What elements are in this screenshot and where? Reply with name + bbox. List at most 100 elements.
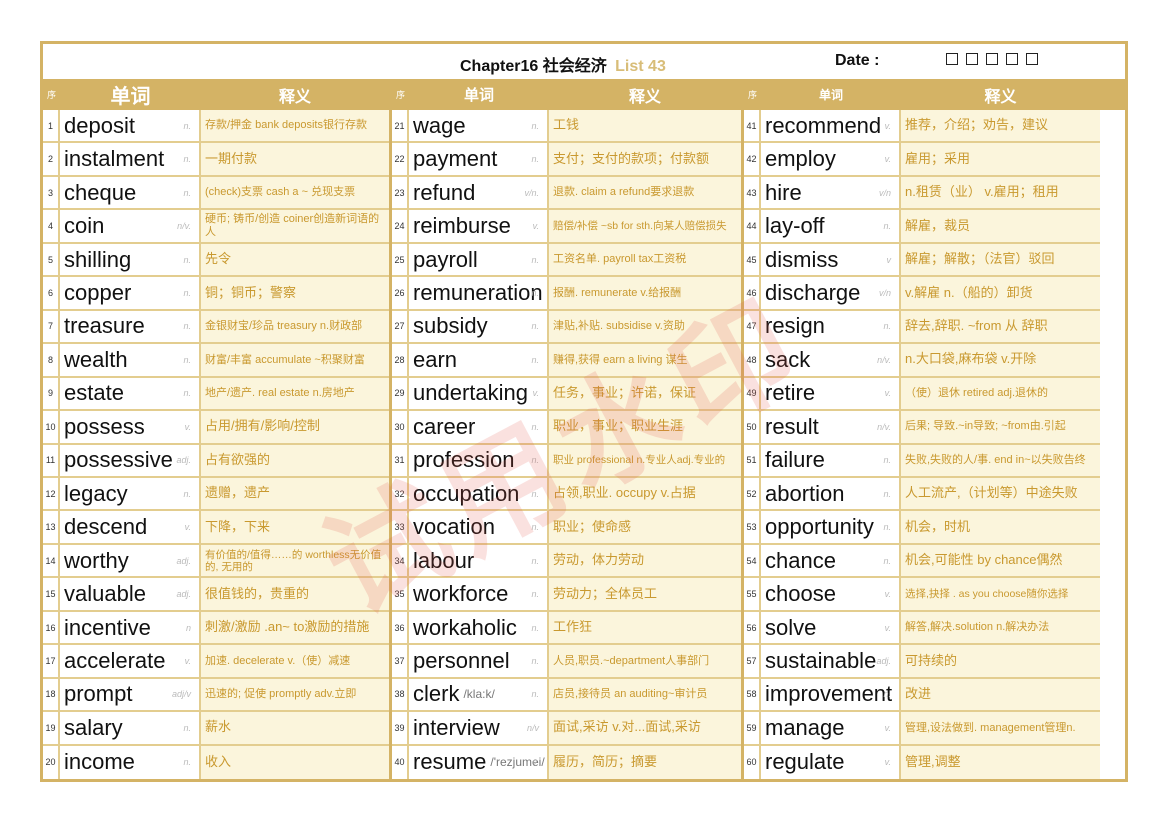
vocab-row: 31 profession n. 职业 professional n.专业人adj.专… xyxy=(392,444,741,478)
definition-cell: 赚得,获得 earn a living 谋生 xyxy=(549,344,741,376)
part-of-speech: n. xyxy=(531,354,539,365)
part-of-speech: n. xyxy=(883,321,891,332)
row-number: 8 xyxy=(43,344,60,376)
part-of-speech: v/n. xyxy=(524,187,539,198)
word-text: resign xyxy=(765,313,825,339)
row-number: 12 xyxy=(43,477,60,510)
vocab-row: 34 labour n. 劳动，体力劳动 xyxy=(392,544,741,579)
word-text: chance xyxy=(765,547,836,573)
word-column-3: 41 recommend v. 推荐，介绍；劝告，建议 42 employ v. 雇用；采用 4… xyxy=(744,110,1100,780)
word-cell: regulate v. xyxy=(761,745,901,780)
word-cell: reimburse v. xyxy=(409,210,549,242)
word-text: abortion xyxy=(765,480,845,506)
word-cell: legacy n. xyxy=(60,477,201,510)
vocab-row: 13 descend v. 下降，下来 xyxy=(43,511,389,545)
part-of-speech: n. xyxy=(183,287,191,298)
row-number: 4 xyxy=(43,210,60,242)
header-seq: 序 xyxy=(46,90,56,100)
word-cell: remuneration n. xyxy=(409,277,549,309)
part-of-speech: v/n xyxy=(878,187,891,198)
vocab-row: 40 resume/'rezjumei/v. 履历，简历；摘要 xyxy=(392,745,741,780)
word-text: incentive xyxy=(64,614,151,640)
word-text: sack xyxy=(765,346,811,372)
word-text: workaholic xyxy=(413,614,517,640)
row-number: 59 xyxy=(744,712,761,744)
part-of-speech: v/n xyxy=(878,287,891,298)
word-cell: personnel n. xyxy=(409,645,549,677)
vocab-row: 47 resign n. 辞去,辞职. ~from 从 辞职 xyxy=(744,310,1100,345)
definition-cell: 工钱 xyxy=(549,110,741,142)
word-cell: labour n. xyxy=(409,544,549,577)
word-cell: estate n. xyxy=(60,377,201,410)
date-checkbox[interactable] xyxy=(966,53,978,65)
vocab-row: 26 remuneration n. 报酬. remunerate v.给报酬 xyxy=(392,277,741,311)
word-cell: sack n/v. xyxy=(761,344,901,376)
word-cell: undertaking v. xyxy=(409,377,549,410)
vocab-row: 22 payment n. 支付；支付的款项；付款额 xyxy=(392,143,741,177)
vocab-row: 58 improvement n. 改进 xyxy=(744,678,1100,713)
word-cell: incentive n xyxy=(60,611,201,644)
definition-cell: 金银财宝/珍品 treasury n.财政部 xyxy=(201,310,389,343)
word-text: retire xyxy=(765,380,816,406)
row-number: 2 xyxy=(43,143,60,175)
date-checkbox[interactable] xyxy=(1026,53,1038,65)
vocab-row: 29 undertaking v. 任务，事业；许诺，保证 xyxy=(392,377,741,412)
word-text: estate xyxy=(64,380,124,406)
header-seq: 序 xyxy=(395,90,405,100)
definition-cell: 硬币; 铸币/创造 coiner创造新词语的人 xyxy=(201,210,389,242)
vocab-row: 49 retire v. （使）退休 retired adj.退休的 xyxy=(744,377,1100,412)
definition-cell: 后果; 导致.~in导致; ~from由.引起 xyxy=(901,411,1100,443)
definition-cell: (check)支票 cash a ~ 兑现支票 xyxy=(201,176,389,209)
word-cell: dismiss v xyxy=(761,243,901,276)
word-cell: employ v. xyxy=(761,143,901,175)
row-number: 60 xyxy=(744,745,761,780)
part-of-speech: n. xyxy=(183,254,191,265)
part-of-speech: n. xyxy=(183,388,191,399)
word-text: hire xyxy=(765,179,802,205)
part-of-speech: v. xyxy=(184,522,191,533)
title-row: Chapter16 社会经济 List 43 Date : xyxy=(43,44,1125,81)
row-number: 43 xyxy=(744,176,761,209)
vocab-row: 9 estate n. 地产/遗产. real estate n.房地产 xyxy=(43,377,389,412)
part-of-speech: n. xyxy=(883,455,891,466)
word-text: undertaking xyxy=(413,380,528,406)
row-number: 53 xyxy=(744,511,761,543)
word-cell: accelerate v. xyxy=(60,645,201,677)
definition-cell: 可持续的 xyxy=(901,645,1100,677)
part-of-speech: n. xyxy=(531,154,539,165)
date-checkbox[interactable] xyxy=(1006,53,1018,65)
word-cell: manage v. xyxy=(761,712,901,744)
row-number: 58 xyxy=(744,678,761,711)
vocab-row: 7 treasure n. 金银财宝/珍品 treasury n.财政部 xyxy=(43,310,389,345)
part-of-speech: n xyxy=(185,622,191,633)
word-text: reimburse xyxy=(413,213,511,239)
date-checkbox[interactable] xyxy=(986,53,998,65)
word-cell: payment n. xyxy=(409,143,549,175)
part-of-speech: n. xyxy=(183,488,191,499)
part-of-speech: n. xyxy=(183,757,191,768)
definition-cell: 解雇；解散；（法官）驳回 xyxy=(901,243,1100,276)
word-text: income xyxy=(64,749,135,775)
row-number: 27 xyxy=(392,310,409,343)
definition-cell: 薪水 xyxy=(201,712,389,744)
definition-cell: 铜；铜币；警察 xyxy=(201,277,389,309)
definition-cell: 管理,调整 xyxy=(901,745,1100,780)
word-cell: descend v. xyxy=(60,511,201,543)
row-number: 47 xyxy=(744,310,761,343)
word-cell: workforce n. xyxy=(409,578,549,610)
date-checkbox[interactable] xyxy=(946,53,958,65)
definition-cell: 劳动，体力劳动 xyxy=(549,544,741,577)
row-number: 35 xyxy=(392,578,409,610)
row-number: 11 xyxy=(43,444,60,476)
vocab-row: 8 wealth n. 财富/丰富 accumulate ~积聚财富 xyxy=(43,344,389,378)
row-number: 32 xyxy=(392,477,409,510)
word-text: regulate xyxy=(765,749,845,775)
row-number: 56 xyxy=(744,611,761,644)
row-number: 29 xyxy=(392,377,409,410)
word-cell: subsidy n. xyxy=(409,310,549,343)
word-cell: vocation n. xyxy=(409,511,549,543)
word-text: refund xyxy=(413,179,476,205)
word-text: treasure xyxy=(64,313,145,339)
vocab-row: 19 salary n. 薪水 xyxy=(43,712,389,746)
part-of-speech: n. xyxy=(531,589,539,600)
